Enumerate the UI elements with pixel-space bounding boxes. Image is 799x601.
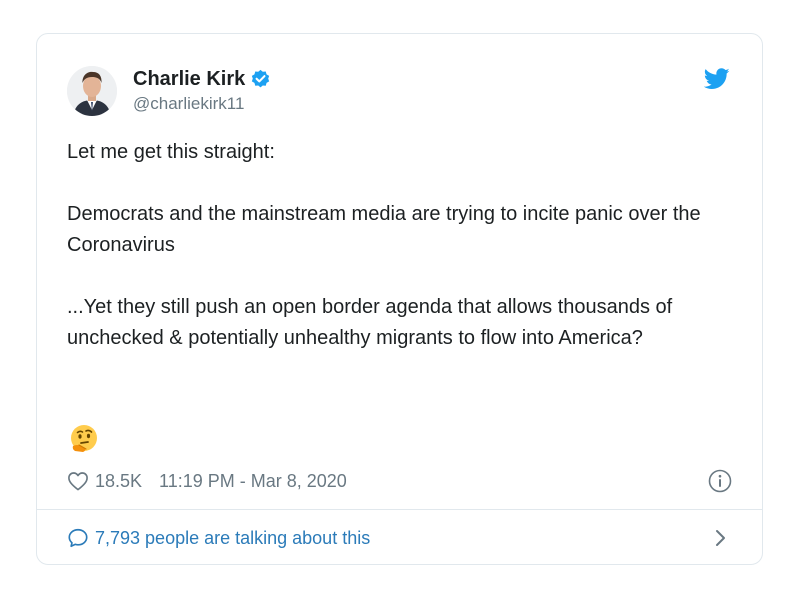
verified-badge-icon xyxy=(250,69,271,90)
talking-count[interactable]: 7,793 people are talking about this xyxy=(95,528,370,549)
avatar[interactable] xyxy=(67,66,117,116)
heart-icon[interactable] xyxy=(67,471,89,491)
thinking-face-emoji xyxy=(69,424,99,454)
tweet-text: Let me get this straight: Democrats and … xyxy=(67,137,737,385)
like-count[interactable]: 18.5K xyxy=(95,471,142,492)
divider xyxy=(37,509,762,510)
handle[interactable]: @charliekirk11 xyxy=(133,94,271,114)
twitter-bird-icon[interactable] xyxy=(703,68,730,90)
tweet-paragraph: Democrats and the mainstream media are t… xyxy=(67,203,701,256)
tweet-paragraph: ...Yet they still push an open border ag… xyxy=(67,296,673,349)
info-icon[interactable] xyxy=(708,469,732,493)
tweet-paragraph: Let me get this straight: xyxy=(67,141,275,163)
tweet-meta: 18.5K 11:19 PM - Mar 8, 2020 xyxy=(67,468,347,494)
tweet-card: Charlie Kirk @charliekirk11 Let me get t… xyxy=(36,33,763,565)
display-name[interactable]: Charlie Kirk xyxy=(133,68,245,91)
tweet-header: Charlie Kirk @charliekirk11 xyxy=(67,64,732,124)
conversation-link[interactable]: 7,793 people are talking about this xyxy=(67,524,370,552)
timestamp[interactable]: 11:19 PM - Mar 8, 2020 xyxy=(159,471,347,492)
display-name-row: Charlie Kirk xyxy=(133,66,271,92)
author-names: Charlie Kirk @charliekirk11 xyxy=(133,66,271,114)
chevron-right-icon[interactable] xyxy=(714,528,728,548)
speech-bubble-icon xyxy=(67,527,89,549)
